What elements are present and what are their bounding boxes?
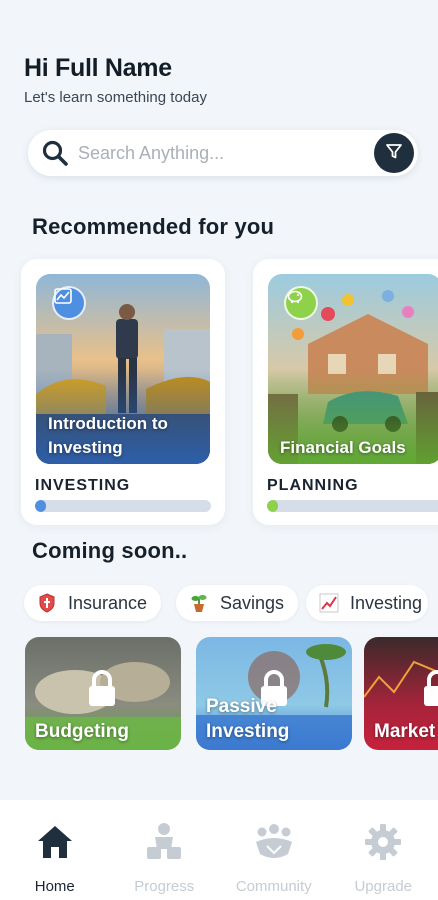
chip-label: Savings (220, 592, 285, 613)
plant-pot-icon (188, 592, 210, 614)
nav-label: Upgrade (354, 878, 413, 895)
course-progress-bar (267, 500, 438, 512)
nav-progress[interactable]: Progress (110, 800, 220, 900)
locked-course-title: Budgeting (35, 721, 129, 742)
search-bar[interactable] (28, 130, 418, 176)
course-category: INVESTING (35, 477, 131, 494)
course-progress-bar (35, 500, 211, 512)
gear-icon (361, 820, 405, 864)
greeting-subtitle: Let's learn something today (24, 89, 207, 106)
trend-chart-icon (318, 592, 340, 614)
chip-label: Investing (350, 592, 423, 613)
chart-icon (52, 286, 86, 320)
locked-course-title: Passive Investing (206, 696, 290, 742)
bottom-nav: Home Progress Community Upgrade (0, 800, 438, 900)
locked-course-market[interactable]: Market (364, 637, 438, 750)
locked-course-budgeting[interactable]: Budgeting (25, 637, 181, 750)
progress-fill (35, 500, 46, 512)
chip-insurance[interactable]: Insurance (24, 585, 162, 621)
greeting: Hi Full Name Let's learn something today (24, 54, 207, 106)
chip-investing[interactable]: Investing (306, 585, 429, 621)
nav-label: Home (34, 878, 75, 895)
locked-course-title: Market (374, 721, 436, 742)
nav-home[interactable]: Home (0, 800, 110, 900)
course-category: PLANNING (267, 477, 359, 494)
nav-label: Community (235, 878, 312, 895)
progress-fill (267, 500, 278, 512)
course-thumbnail: Introduction to Investing (36, 274, 210, 464)
course-title: Financial Goals (280, 438, 406, 457)
course-thumbnail: Financial Goals (268, 274, 438, 464)
nav-upgrade[interactable]: Upgrade (329, 800, 438, 900)
search-input[interactable] (78, 142, 358, 164)
course-title: Introduction to Investing (48, 414, 168, 457)
greeting-title: Hi Full Name (24, 54, 172, 82)
coming-soon-heading: Coming soon.. (32, 538, 188, 563)
chip-label: Insurance (68, 592, 148, 613)
filter-icon (384, 141, 404, 166)
course-card-intro-investing[interactable]: Introduction to Investing INVESTING (21, 259, 225, 525)
home-icon (33, 820, 77, 864)
progress-icon (142, 820, 186, 864)
course-card-financial-goals[interactable]: Financial Goals PLANNING (253, 259, 438, 525)
locked-course-passive-investing[interactable]: Passive Investing (196, 637, 352, 750)
nav-community[interactable]: Community (219, 800, 329, 900)
community-icon (252, 820, 296, 864)
recommended-heading: Recommended for you (32, 214, 275, 239)
nav-label: Progress (134, 878, 195, 895)
lock-icon (422, 669, 438, 709)
filter-button[interactable] (374, 133, 414, 173)
search-icon (40, 138, 70, 168)
lock-icon (87, 669, 117, 709)
piggy-bank-icon (284, 286, 318, 320)
shield-icon (36, 592, 58, 614)
chip-savings[interactable]: Savings (176, 585, 299, 621)
